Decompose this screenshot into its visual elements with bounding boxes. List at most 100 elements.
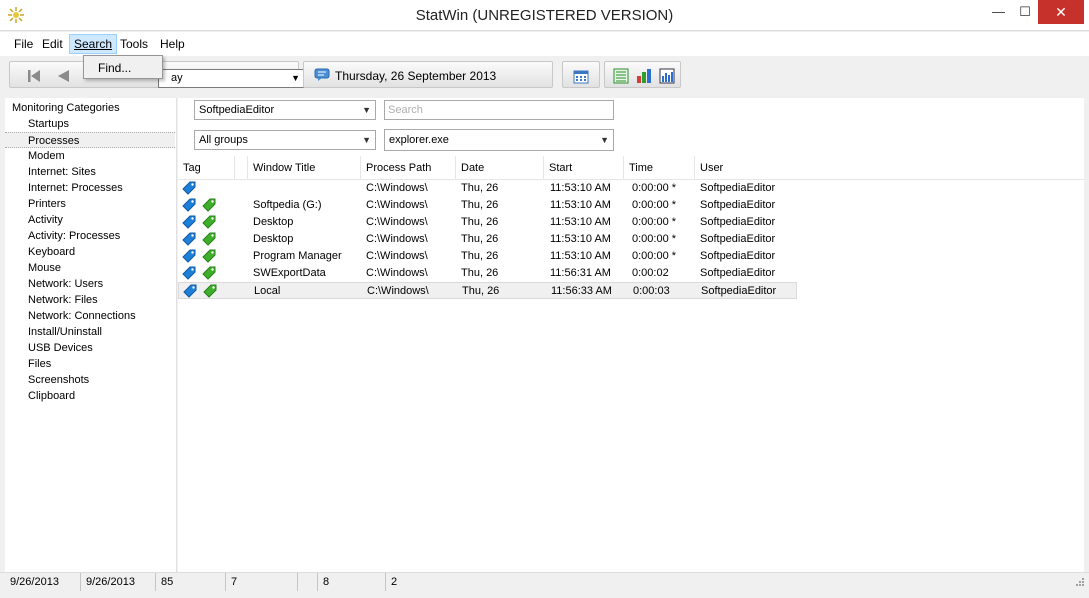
- cell-process-path: C:\Windows\: [366, 182, 428, 194]
- cell-process-path: C:\Windows\: [366, 216, 428, 228]
- group-select[interactable]: All groups ▼: [194, 130, 376, 150]
- chevron-down-icon: ▼: [600, 135, 609, 145]
- table-row[interactable]: Program Manager C:\Windows\ Thu, 26 11:53:1…: [178, 248, 797, 265]
- cell-time: 0:00:00 *: [632, 233, 677, 245]
- table-row[interactable]: Softpedia (G:) C:\Windows\ Thu, 26 11:53:10…: [178, 197, 797, 214]
- cell-window-title: Desktop: [253, 216, 294, 228]
- cell-date: Thu, 26: [462, 285, 500, 297]
- column-header-time[interactable]: Time: [624, 156, 695, 180]
- user-select-value: SoftpediaEditor: [199, 104, 275, 116]
- green-tag-icon: [203, 284, 217, 298]
- table-row[interactable]: SWExportData C:\Windows\ Thu, 26 11:56:31 A…: [178, 265, 797, 282]
- main-panel: SoftpediaEditor ▼ Search All groups ▼ ex…: [178, 98, 1084, 572]
- process-select-value: explorer.exe: [389, 134, 449, 146]
- column-header-window-title[interactable]: Window Title: [248, 156, 361, 180]
- cell-time: 0:00:00 *: [632, 182, 677, 194]
- calendar-icon[interactable]: [573, 68, 589, 84]
- menu-search[interactable]: Search: [69, 34, 118, 54]
- sidebar-item-files[interactable]: Files: [5, 356, 175, 372]
- sidebar-item-internet-sites[interactable]: Internet: Sites: [5, 164, 175, 180]
- sidebar-item-screenshots[interactable]: Screenshots: [5, 372, 175, 388]
- chevron-down-icon: ▼: [362, 135, 371, 145]
- sidebar-item-keyboard[interactable]: Keyboard: [5, 244, 175, 260]
- menu-file[interactable]: File: [10, 34, 37, 54]
- cell-start: 11:53:10 AM: [550, 233, 611, 245]
- menu-help[interactable]: Help: [156, 34, 189, 54]
- title-bar: StatWin (UNREGISTERED VERSION) — ☐ ✕: [0, 0, 1089, 31]
- cell-start: 11:53:10 AM: [550, 250, 611, 262]
- sidebar-item-usb-devices[interactable]: USB Devices: [5, 340, 175, 356]
- menu-edit[interactable]: Edit: [38, 34, 67, 54]
- cell-user: SoftpediaEditor: [700, 199, 776, 211]
- cell-process-path: C:\Windows\: [366, 233, 428, 245]
- status-count-3: [298, 573, 318, 591]
- cell-start: 11:56:31 AM: [550, 267, 611, 279]
- blue-tag-icon: [182, 198, 196, 212]
- cell-date: Thu, 26: [461, 267, 499, 279]
- cell-start: 11:56:33 AM: [551, 285, 612, 297]
- menu-item-find[interactable]: Find...: [98, 61, 131, 75]
- sidebar-item-network-connections[interactable]: Network: Connections: [5, 308, 175, 324]
- sidebar-item-mouse[interactable]: Mouse: [5, 260, 175, 276]
- minimize-button[interactable]: —: [985, 0, 1012, 24]
- view-group: [604, 61, 681, 88]
- table-row[interactable]: C:\Windows\ Thu, 26 11:53:10 AM 0:00:00 * So…: [178, 180, 797, 197]
- sidebar-item-internet-processes[interactable]: Internet: Processes: [5, 180, 175, 196]
- close-button[interactable]: ✕: [1038, 0, 1084, 24]
- sidebar-item-processes[interactable]: Processes: [5, 132, 175, 148]
- status-bar: 9/26/2013 9/26/2013 85 7 8 2: [0, 572, 1089, 598]
- cell-user: SoftpediaEditor: [701, 285, 777, 297]
- column-header-date[interactable]: Date: [456, 156, 544, 180]
- maximize-button[interactable]: ☐: [1012, 0, 1038, 24]
- chevron-down-icon: ▼: [291, 73, 300, 83]
- sidebar-item-network-files[interactable]: Network: Files: [5, 292, 175, 308]
- bar-chart-icon[interactable]: [636, 68, 652, 84]
- sidebar-item-startups[interactable]: Startups: [5, 116, 175, 132]
- cell-user: SoftpediaEditor: [700, 182, 776, 194]
- column-header-user[interactable]: User: [695, 156, 797, 180]
- blue-tag-icon: [182, 249, 196, 263]
- green-tag-icon: [202, 249, 216, 263]
- statistics-icon[interactable]: [659, 68, 675, 84]
- sidebar-item-activity-processes[interactable]: Activity: Processes: [5, 228, 175, 244]
- sidebar-item-printers[interactable]: Printers: [5, 196, 175, 212]
- table-row[interactable]: Desktop C:\Windows\ Thu, 26 11:53:10 AM 0:00…: [178, 231, 797, 248]
- table-row[interactable]: Local C:\Windows\ Thu, 26 11:56:33 AM 0:00:0…: [178, 282, 797, 299]
- column-header-process-path[interactable]: Process Path: [361, 156, 456, 180]
- table-row[interactable]: Desktop C:\Windows\ Thu, 26 11:53:10 AM 0:00…: [178, 214, 797, 231]
- period-select[interactable]: ay ▼: [158, 69, 304, 88]
- category-sidebar: Monitoring Categories Startups Processes…: [5, 98, 177, 572]
- list-view-icon[interactable]: [613, 68, 629, 84]
- cell-time: 0:00:03: [633, 285, 670, 297]
- cell-process-path: C:\Windows\: [366, 199, 428, 211]
- sidebar-item-activity[interactable]: Activity: [5, 212, 175, 228]
- date-button[interactable]: Thursday, 26 September 2013: [303, 61, 553, 88]
- cell-process-path: C:\Windows\: [366, 250, 428, 262]
- categories-title: Monitoring Categories: [12, 102, 120, 114]
- menu-tools[interactable]: Tools: [116, 34, 152, 54]
- cell-user: SoftpediaEditor: [700, 216, 776, 228]
- column-header-start[interactable]: Start: [544, 156, 624, 180]
- previous-icon[interactable]: [56, 69, 70, 83]
- cell-date: Thu, 26: [461, 199, 499, 211]
- user-select[interactable]: SoftpediaEditor ▼: [194, 100, 376, 120]
- first-page-icon[interactable]: [27, 69, 41, 83]
- sidebar-item-install-uninstall[interactable]: Install/Uninstall: [5, 324, 175, 340]
- speech-bubble-icon: [314, 68, 330, 81]
- search-input[interactable]: Search: [384, 100, 614, 120]
- resize-grip-icon[interactable]: [1073, 577, 1085, 589]
- sidebar-item-network-users[interactable]: Network: Users: [5, 276, 175, 292]
- cell-date: Thu, 26: [461, 233, 499, 245]
- date-label: Thursday, 26 September 2013: [335, 69, 497, 83]
- window-title: StatWin (UNREGISTERED VERSION): [415, 7, 674, 24]
- cell-start: 11:53:10 AM: [550, 216, 611, 228]
- toolbar: ay ▼ Thursday, 26 September 2013: [0, 57, 1089, 93]
- status-count-4: 8: [318, 573, 386, 591]
- cell-window-title: SWExportData: [253, 267, 326, 279]
- cell-date: Thu, 26: [461, 182, 499, 194]
- menu-bar: File Edit Search Tools Help: [0, 32, 1089, 56]
- process-select[interactable]: explorer.exe ▼: [384, 129, 614, 151]
- column-header-tag[interactable]: Tag: [178, 156, 235, 180]
- sidebar-item-clipboard[interactable]: Clipboard: [5, 388, 175, 404]
- sidebar-item-modem[interactable]: Modem: [5, 148, 175, 164]
